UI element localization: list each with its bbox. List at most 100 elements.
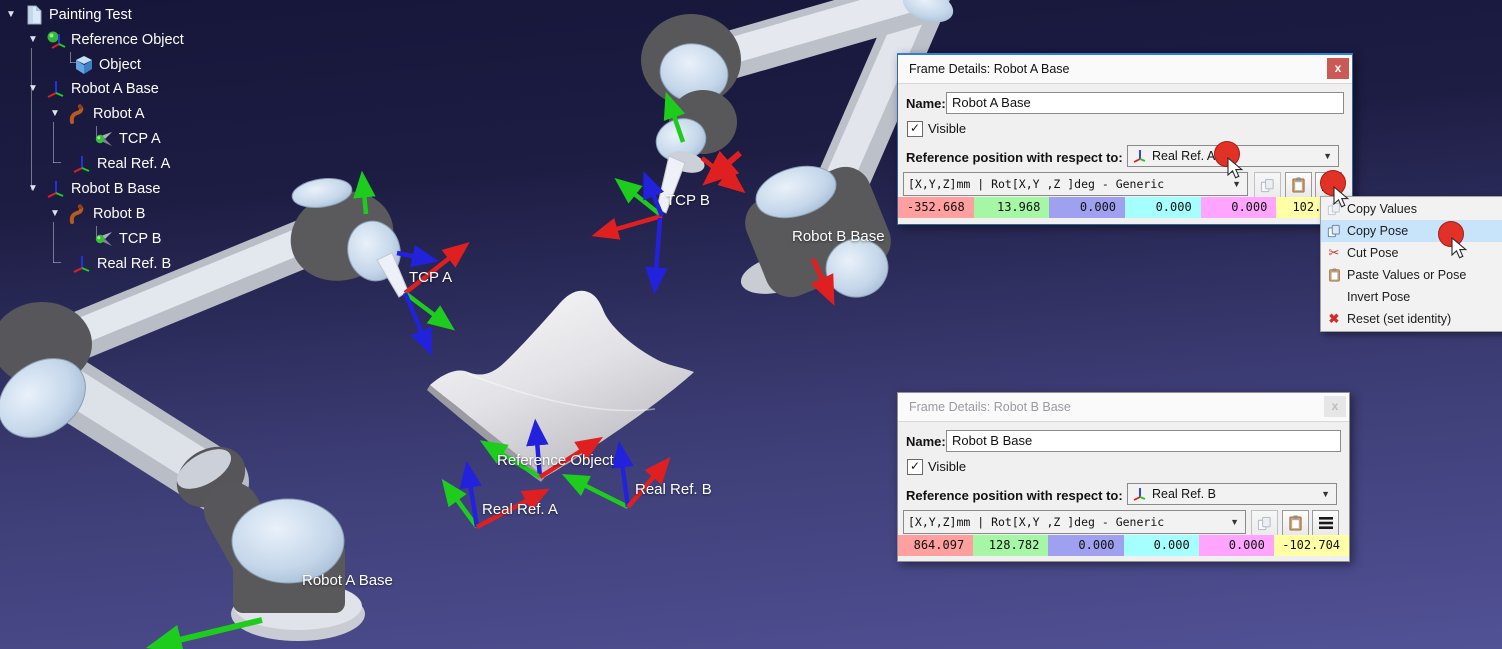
tree-item-robot-b-base[interactable]: ▼ Robot B Base <box>0 176 160 201</box>
label-reference-object: Reference Object <box>497 452 614 469</box>
menu-item-label: Invert Pose <box>1347 290 1410 304</box>
menu-item-copy-pose[interactable]: Copy Pose <box>1321 220 1502 242</box>
pose-format-combo[interactable]: [X,Y,Z]mm | Rot[X,Y ,Z ]deg - Generic ▼ <box>903 172 1248 196</box>
tree-item-object[interactable]: Object <box>0 52 141 77</box>
paste-button[interactable] <box>1285 172 1312 198</box>
pose-z[interactable]: 0.000 <box>1049 197 1125 218</box>
expand-arrow-icon[interactable]: ▼ <box>28 34 46 45</box>
tree-item-real-ref-a[interactable]: Real Ref. A <box>0 151 170 176</box>
tree-item-label: Robot B Base <box>71 181 160 197</box>
tree-item-painting-test[interactable]: ▼ Painting Test <box>0 2 132 27</box>
tree-item-tcp-b[interactable]: TCP B <box>0 226 161 251</box>
expand-arrow-icon[interactable]: ▼ <box>28 183 46 194</box>
dialog-titlebar[interactable]: Frame Details: Robot A Base <box>898 55 1352 84</box>
paste-icon <box>1291 177 1306 193</box>
tree-item-label: TCP B <box>119 231 161 247</box>
name-input[interactable]: Robot A Base <box>946 92 1344 114</box>
menu-item-cut-pose[interactable]: ✂ Cut Pose <box>1321 242 1502 264</box>
hamburger-icon <box>1322 179 1336 191</box>
frame-icon <box>46 179 66 199</box>
pose-x[interactable]: 864.097 <box>898 535 973 556</box>
menu-item-invert-pose[interactable]: Invert Pose <box>1321 286 1502 308</box>
copy-button[interactable] <box>1251 510 1278 536</box>
reference-label: Reference position with respect to: <box>906 488 1123 503</box>
tree-item-robot-a[interactable]: ▼ Robot A <box>0 101 145 126</box>
menu-item-label: Reset (set identity) <box>1347 312 1451 326</box>
menu-item-label: Copy Pose <box>1347 224 1408 238</box>
frame-icon <box>1132 148 1148 164</box>
chevron-down-icon: ▼ <box>1321 489 1330 499</box>
pose-z[interactable]: 0.000 <box>1048 535 1123 556</box>
pose-values-row: 864.097 128.782 0.000 0.000 0.000 -102.7… <box>898 535 1349 556</box>
menu-item-paste[interactable]: Paste Values or Pose <box>1321 264 1502 286</box>
menu-item-label: Cut Pose <box>1347 246 1398 260</box>
pose-rz[interactable]: -102.704 <box>1274 535 1349 556</box>
pose-context-menu: Copy Values Copy Pose ✂ Cut Pose Paste V… <box>1320 196 1502 332</box>
tree-item-label: Painting Test <box>49 7 132 23</box>
tree-item-real-ref-b[interactable]: Real Ref. B <box>0 251 171 276</box>
tree-item-robot-a-base[interactable]: ▼ Robot A Base <box>0 76 159 101</box>
tool-icon <box>94 129 114 149</box>
name-label: Name: <box>906 96 946 111</box>
tree-item-label: Object <box>99 57 141 73</box>
frame-details-dialog-b: Frame Details: Robot B Base x Name: Robo… <box>897 392 1350 562</box>
tree-item-label: TCP A <box>119 131 161 147</box>
name-label: Name: <box>906 434 946 449</box>
tree-item-tcp-a[interactable]: TCP A <box>0 126 161 151</box>
menu-item-reset-identity[interactable]: ✖ Reset (set identity) <box>1321 308 1502 330</box>
pose-ry[interactable]: 0.000 <box>1199 535 1274 556</box>
pose-rx[interactable]: 0.000 <box>1124 535 1199 556</box>
expand-arrow-icon[interactable]: ▼ <box>50 208 68 219</box>
reference-combo[interactable]: Real Ref. B ▼ <box>1127 483 1337 505</box>
visible-label: Visible <box>928 121 966 136</box>
visible-label: Visible <box>928 459 966 474</box>
dialog-titlebar[interactable]: Frame Details: Robot B Base <box>898 393 1349 422</box>
menu-item-label: Copy Values <box>1347 202 1417 216</box>
copy-button[interactable] <box>1254 172 1281 198</box>
tool-icon <box>94 229 114 249</box>
pose-ry[interactable]: 0.000 <box>1201 197 1277 218</box>
expand-arrow-icon[interactable]: ▼ <box>28 83 46 94</box>
pose-y[interactable]: 128.782 <box>973 535 1048 556</box>
robot-icon <box>68 204 88 224</box>
menu-button[interactable] <box>1315 172 1342 198</box>
pose-rx[interactable]: 0.000 <box>1125 197 1201 218</box>
frame-details-dialog-a: Frame Details: Robot A Base x Name: Robo… <box>897 53 1353 225</box>
cube-icon <box>74 55 94 75</box>
tree-item-reference-object[interactable]: ▼ Reference Object <box>0 27 184 52</box>
pose-y[interactable]: 13.968 <box>974 197 1050 218</box>
visible-checkbox[interactable]: ✓ <box>907 121 923 137</box>
label-tcp-b: TCP B <box>666 192 710 209</box>
menu-button[interactable] <box>1312 510 1339 536</box>
expand-arrow-icon[interactable]: ▼ <box>50 108 68 119</box>
menu-item-label: Paste Values or Pose <box>1347 268 1466 282</box>
red-x-icon: ✖ <box>1321 311 1347 327</box>
pose-values-row: -352.668 13.968 0.000 0.000 0.000 102.70… <box>898 197 1352 218</box>
reference-combo-value: Real Ref. A <box>1152 149 1215 163</box>
close-icon[interactable]: x <box>1324 396 1346 417</box>
3d-viewport[interactable]: TCP B Robot B Base TCP A Reference Objec… <box>0 0 1502 649</box>
scissors-icon: ✂ <box>1321 245 1347 261</box>
pose-format-combo[interactable]: [X,Y,Z]mm | Rot[X,Y ,Z ]deg - Generic ▼ <box>903 510 1246 534</box>
menu-item-copy-values[interactable]: Copy Values <box>1321 198 1502 220</box>
pose-x[interactable]: -352.668 <box>898 197 974 218</box>
label-tcp-a: TCP A <box>409 269 452 286</box>
dialog-title: Frame Details: Robot A Base <box>909 62 1070 76</box>
close-icon[interactable]: x <box>1327 58 1349 79</box>
reference-combo-value: Real Ref. B <box>1152 487 1216 501</box>
label-real-ref-b: Real Ref. B <box>635 481 712 498</box>
pose-format-value: [X,Y,Z]mm | Rot[X,Y ,Z ]deg - Generic <box>908 177 1164 191</box>
copy-icon <box>1257 516 1272 531</box>
tree-item-robot-b[interactable]: ▼ Robot B <box>0 201 145 226</box>
name-input[interactable]: Robot B Base <box>946 430 1341 452</box>
station-icon <box>24 5 44 25</box>
paste-button[interactable] <box>1282 510 1309 536</box>
reference-label: Reference position with respect to: <box>906 150 1123 165</box>
expand-arrow-icon[interactable]: ▼ <box>6 9 24 20</box>
label-real-ref-a: Real Ref. A <box>482 501 558 518</box>
chevron-down-icon: ▼ <box>1230 517 1239 527</box>
tree-item-label: Reference Object <box>71 32 184 48</box>
visible-checkbox[interactable]: ✓ <box>907 459 923 475</box>
reference-combo[interactable]: Real Ref. A ▼ <box>1127 145 1339 167</box>
label-robot-a-base: Robot A Base <box>302 572 393 589</box>
